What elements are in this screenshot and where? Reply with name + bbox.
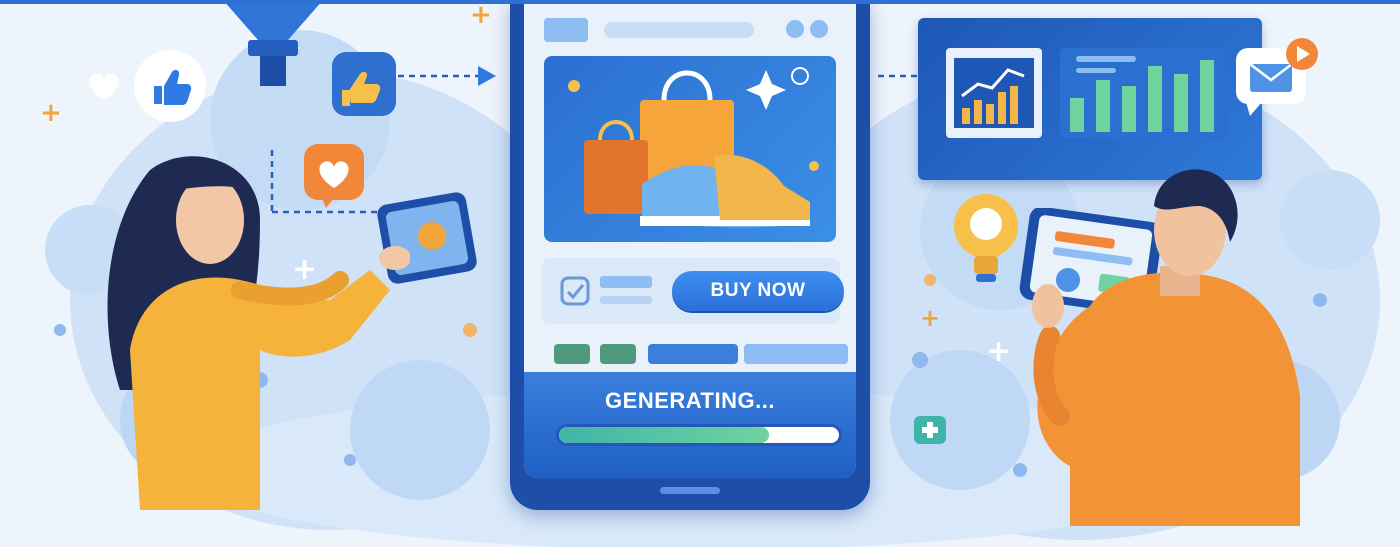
product-hero-image[interactable] bbox=[544, 56, 836, 242]
woman-figure bbox=[107, 156, 410, 510]
heart-icon bbox=[89, 73, 119, 100]
shopping-illustration bbox=[568, 67, 819, 228]
like-hand-icon bbox=[332, 52, 396, 116]
thumbnail-chip[interactable] bbox=[600, 344, 636, 364]
illustration-scene: + + + BUY NOW GENERATING... + + bbox=[0, 0, 1400, 547]
generation-progress-bar bbox=[556, 424, 842, 446]
thumbs-up-icon bbox=[134, 50, 206, 122]
product-title-placeholder bbox=[600, 276, 652, 288]
man-figure bbox=[1032, 169, 1300, 526]
purchase-card: BUY NOW bbox=[542, 258, 844, 324]
medical-plus-icon bbox=[914, 416, 946, 444]
phone-screen: BUY NOW GENERATING... bbox=[524, 0, 856, 478]
app-header-dot-icon[interactable] bbox=[810, 20, 828, 38]
play-icon bbox=[1286, 38, 1318, 70]
product-price-placeholder bbox=[600, 296, 652, 304]
thumbnail-chip[interactable] bbox=[554, 344, 590, 364]
plus-icon: + bbox=[470, 0, 492, 30]
buy-now-button[interactable]: BUY NOW bbox=[672, 271, 844, 311]
funnel-icon bbox=[223, 0, 323, 86]
app-header-dot-icon[interactable] bbox=[786, 20, 804, 38]
generating-status: GENERATING... bbox=[605, 388, 775, 413]
app-header-search[interactable] bbox=[604, 22, 754, 38]
option-chip[interactable] bbox=[648, 344, 738, 364]
plus-icon: + bbox=[986, 334, 1012, 369]
phone-device: BUY NOW GENERATING... bbox=[510, 0, 870, 510]
phone-home-bar[interactable] bbox=[660, 487, 720, 494]
top-accent-line bbox=[0, 0, 1400, 4]
plus-icon: + bbox=[292, 252, 318, 287]
generation-progress-fill bbox=[559, 427, 769, 443]
app-header-logo bbox=[544, 18, 588, 42]
option-chip[interactable] bbox=[744, 344, 848, 364]
plus-icon: + bbox=[40, 98, 62, 128]
verified-icon bbox=[560, 276, 590, 306]
plus-icon: + bbox=[920, 304, 941, 332]
shopping-bag-icon bbox=[584, 120, 648, 214]
